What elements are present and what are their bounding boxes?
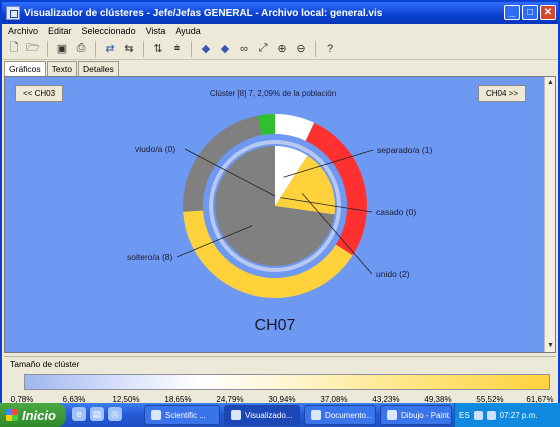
task-documento[interactable]: Documento...: [304, 405, 376, 425]
vertical-scrollbar[interactable]: ▲ ▼: [544, 77, 555, 352]
cluster-chart: viudo/a (0) separado/a (1) casado (0) unido…: [127, 114, 432, 334]
chart-panel: viudo/a (0) separado/a (1) casado (0) unido…: [4, 76, 556, 353]
desktop-icon[interactable]: ▤: [90, 407, 104, 421]
app-icon: [6, 6, 20, 20]
tab-detalles[interactable]: Detalles: [77, 61, 119, 76]
filter-icon[interactable]: ⩧: [169, 41, 185, 57]
scroll-down-icon[interactable]: ▼: [546, 341, 555, 351]
tab-strip: Gráficos Texto Detalles: [4, 61, 120, 76]
forward-arrow-icon[interactable]: ◆: [217, 41, 233, 57]
menu-ayuda[interactable]: Ayuda: [175, 26, 200, 36]
taskbar: Inicio e ▤ ◎ Scientific ... Visualizado.…: [0, 403, 560, 427]
cluster-size-panel: Tamaño de clúster 0,78% 6,63% 12,50% 18,…: [4, 356, 556, 404]
size-gradient-bar: [24, 374, 550, 390]
volume-icon[interactable]: [486, 410, 496, 420]
zoom-out-icon[interactable]: ⊖: [293, 41, 309, 57]
slice-label: casado (0): [376, 207, 416, 217]
toolbar: 🗋 🗁 ▣ ⎙ ⇄ ⇆ ⇅ ⩧ ◆ ◆ ∞ ⤢ ⊕ ⊖ ?: [2, 38, 558, 60]
slice-label: unido (2): [376, 269, 410, 279]
menu-archivo[interactable]: Archivo: [8, 26, 38, 36]
windows-logo-icon: [6, 409, 18, 421]
menu-seleccionado[interactable]: Seleccionado: [82, 26, 136, 36]
scroll-up-icon[interactable]: ▲: [546, 78, 555, 88]
close-button[interactable]: ✕: [540, 5, 556, 20]
menu-editar[interactable]: Editar: [48, 26, 72, 36]
refresh-icon[interactable]: ⇄: [102, 41, 118, 57]
minimize-button[interactable]: _: [504, 5, 520, 20]
ie-icon[interactable]: e: [72, 407, 86, 421]
network-icon[interactable]: [473, 410, 483, 420]
back-arrow-icon[interactable]: ◆: [198, 41, 214, 57]
save-icon[interactable]: ▣: [54, 41, 70, 57]
zoom-fit-icon[interactable]: ⤢: [255, 41, 271, 57]
cluster-header: Clúster [8] 7, 2,09% de la población: [209, 89, 337, 98]
window-title: Visualizador de clústeres - Jefe/Jefas G…: [24, 7, 383, 19]
menu-vista[interactable]: Vista: [146, 26, 166, 36]
slice-label: soltero/a (8): [127, 252, 173, 262]
start-button[interactable]: Inicio: [0, 403, 66, 427]
new-icon[interactable]: 🗋: [6, 41, 22, 57]
slice-label: separado/a (1): [377, 145, 432, 155]
app-window: Visualizador de clústeres - Jefe/Jefas G…: [0, 0, 560, 427]
open-icon[interactable]: 🗁: [25, 41, 41, 57]
task-visualizador[interactable]: Visualizado...: [224, 405, 300, 425]
task-paint[interactable]: Dibujo - Paint: [380, 405, 452, 425]
firefox-icon[interactable]: ◎: [108, 407, 122, 421]
help-icon[interactable]: ?: [322, 41, 338, 57]
zoom-in-icon[interactable]: ⊕: [274, 41, 290, 57]
clock: 07:27 p.m.: [499, 410, 538, 420]
cluster-size-title: Tamaño de clúster: [10, 359, 80, 369]
next-cluster-button[interactable]: CH04 >>: [478, 85, 527, 102]
slice-label: viudo/a (0): [135, 144, 175, 154]
quick-launch: e ▤ ◎: [72, 407, 122, 421]
print-icon[interactable]: ⎙: [73, 41, 89, 57]
task-scientific[interactable]: Scientific ...: [144, 405, 220, 425]
binoculars-icon[interactable]: ∞: [236, 41, 252, 57]
refresh-alt-icon[interactable]: ⇆: [121, 41, 137, 57]
cluster-name: CH07: [255, 317, 296, 334]
tab-graficos[interactable]: Gráficos: [4, 61, 46, 76]
sort-icon[interactable]: ⇅: [150, 41, 166, 57]
language-indicator[interactable]: ES: [459, 411, 470, 420]
menu-bar: Archivo Editar Seleccionado Vista Ayuda: [2, 24, 558, 38]
maximize-button[interactable]: □: [522, 5, 538, 20]
tab-texto[interactable]: Texto: [46, 61, 77, 76]
system-tray: ES 07:27 p.m.: [454, 403, 560, 427]
title-bar: Visualizador de clústeres - Jefe/Jefas G…: [2, 2, 558, 24]
